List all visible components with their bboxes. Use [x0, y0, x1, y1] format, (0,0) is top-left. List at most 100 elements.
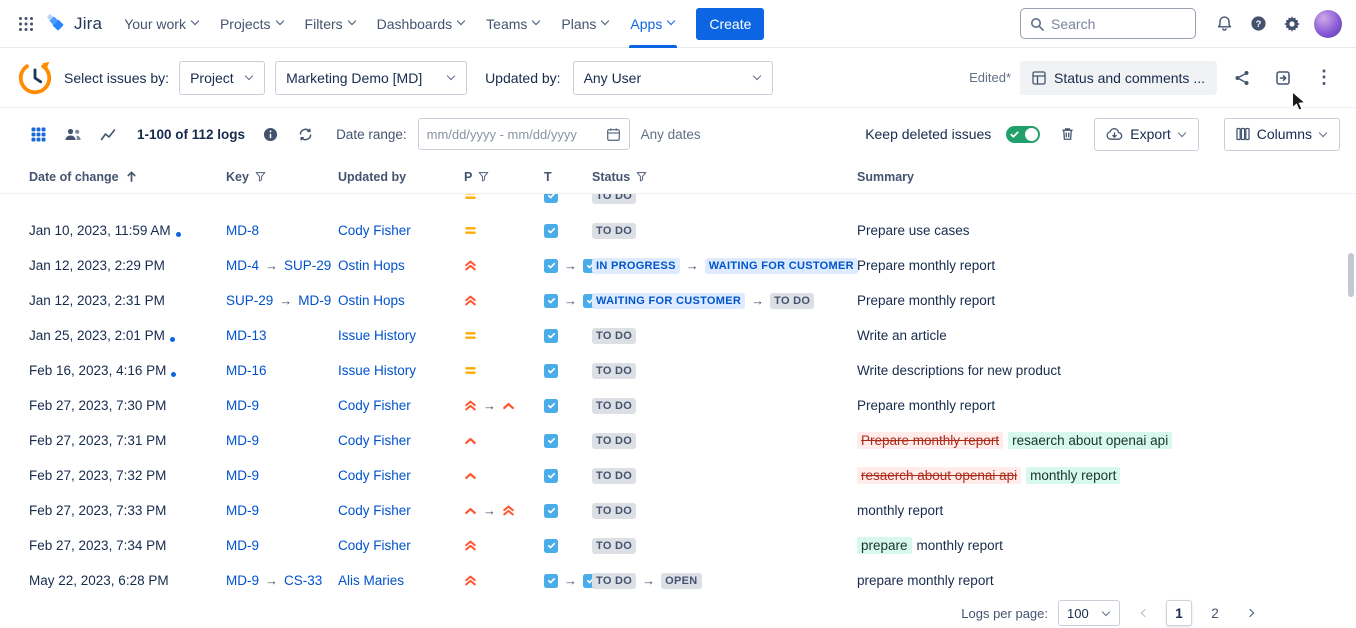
- table-row[interactable]: May 22, 2023, 6:28 PMMD-9→CS-33Alis Mari…: [0, 563, 1356, 598]
- issue-key-link[interactable]: MD-13: [226, 328, 267, 343]
- issue-key-link[interactable]: SUP-29: [226, 293, 273, 308]
- nav-projects[interactable]: Projects: [210, 0, 295, 48]
- jira-logo[interactable]: Jira: [44, 13, 112, 35]
- delete-logs-icon[interactable]: [1055, 122, 1079, 146]
- more-options-icon[interactable]: ⋮: [1308, 62, 1340, 94]
- issue-key-link[interactable]: MD-9: [226, 573, 259, 588]
- jira-logo-text: Jira: [74, 14, 102, 34]
- table-row[interactable]: TO DO: [0, 194, 1356, 213]
- table-row[interactable]: Jan 25, 2023, 2:01 PMMD-13Issue HistoryT…: [0, 318, 1356, 353]
- pagination-bar: Logs per page: 100 1 2: [0, 598, 1356, 628]
- sort-ascending-icon[interactable]: [125, 170, 138, 183]
- nav-your-work[interactable]: Your work: [114, 0, 210, 48]
- issue-key-link[interactable]: CS-33: [284, 573, 322, 588]
- search-input[interactable]: [1051, 16, 1186, 32]
- table-row[interactable]: Jan 10, 2023, 11:59 AMMD-8Cody FisherTO …: [0, 213, 1356, 248]
- prev-page-button[interactable]: [1130, 600, 1156, 626]
- chevron-down-icon: [276, 18, 285, 27]
- table-row[interactable]: Feb 16, 2023, 4:16 PMMD-16Issue HistoryT…: [0, 353, 1356, 388]
- search-box[interactable]: [1020, 8, 1196, 39]
- task-type-icon: [544, 574, 558, 588]
- issue-key-link[interactable]: MD-9: [226, 538, 259, 553]
- cell-priority: [464, 469, 544, 482]
- filter-key-icon[interactable]: [255, 171, 266, 182]
- issue-key-link[interactable]: MD-8: [226, 223, 259, 238]
- help-icon[interactable]: ?: [1242, 8, 1274, 40]
- export-button[interactable]: Export: [1094, 118, 1198, 151]
- column-header-key[interactable]: Key: [226, 170, 338, 184]
- share-icon[interactable]: [1226, 62, 1258, 94]
- project-dropdown[interactable]: Marketing Demo [MD]: [275, 61, 467, 95]
- filter-status-icon[interactable]: [636, 171, 647, 182]
- settings-icon[interactable]: [1276, 8, 1308, 40]
- column-header-type[interactable]: T: [544, 170, 592, 184]
- updated-by-link[interactable]: Cody Fisher: [338, 468, 411, 483]
- create-button[interactable]: Create: [696, 8, 764, 40]
- select-issues-by-dropdown[interactable]: Project: [179, 61, 265, 95]
- logs-per-page-select[interactable]: 100: [1058, 600, 1120, 626]
- next-page-button[interactable]: [1238, 600, 1264, 626]
- updated-by-link[interactable]: Ostin Hops: [338, 258, 405, 273]
- filter-priority-icon[interactable]: [478, 171, 489, 182]
- calendar-icon[interactable]: [606, 127, 621, 142]
- notifications-icon[interactable]: [1208, 8, 1240, 40]
- issue-key-link[interactable]: SUP-29: [284, 258, 331, 273]
- issue-key-link[interactable]: MD-9: [226, 503, 259, 518]
- column-header-summary[interactable]: Summary: [857, 170, 1356, 184]
- info-icon[interactable]: [258, 122, 282, 146]
- table-row[interactable]: Feb 27, 2023, 7:33 PMMD-9Cody Fisher→TO …: [0, 493, 1356, 528]
- primary-nav: Your work Projects Filters Dashboards Te…: [114, 0, 686, 48]
- scrollbar-thumb[interactable]: [1348, 253, 1354, 297]
- table-row[interactable]: Feb 27, 2023, 7:34 PMMD-9Cody FisherTO D…: [0, 528, 1356, 563]
- issue-key-link[interactable]: MD-9: [226, 433, 259, 448]
- chevron-down-icon: [667, 18, 676, 27]
- updated-by-link[interactable]: Cody Fisher: [338, 223, 411, 238]
- column-header-priority[interactable]: P: [464, 170, 544, 184]
- table-view-tab-icon[interactable]: [26, 122, 50, 146]
- app-switcher-icon[interactable]: [10, 8, 42, 40]
- table-row[interactable]: Feb 27, 2023, 7:31 PMMD-9Cody FisherTO D…: [0, 423, 1356, 458]
- issue-key-link[interactable]: MD-4: [226, 258, 259, 273]
- date-range-field[interactable]: [427, 127, 600, 142]
- column-header-updated-by[interactable]: Updated by: [338, 170, 464, 184]
- nav-plans[interactable]: Plans: [551, 0, 620, 48]
- issue-key-link[interactable]: MD-9: [226, 398, 259, 413]
- updated-by-link[interactable]: Cody Fisher: [338, 433, 411, 448]
- table-row[interactable]: Jan 12, 2023, 2:29 PMMD-4→SUP-29Ostin Ho…: [0, 248, 1356, 283]
- updated-by-link[interactable]: Cody Fisher: [338, 538, 411, 553]
- nav-apps[interactable]: Apps: [620, 0, 686, 48]
- keep-deleted-toggle[interactable]: [1006, 126, 1040, 143]
- updated-by-link[interactable]: Ostin Hops: [338, 293, 405, 308]
- updated-by-link[interactable]: Alis Maries: [338, 573, 404, 588]
- table-row[interactable]: Feb 27, 2023, 7:32 PMMD-9Cody FisherTO D…: [0, 458, 1356, 493]
- column-header-date-of-change[interactable]: Date of change: [29, 170, 226, 184]
- chevron-down-icon: [457, 18, 466, 27]
- date-range-input[interactable]: [418, 118, 630, 150]
- columns-button[interactable]: Columns: [1224, 118, 1340, 151]
- cell-status: TO DO: [592, 398, 857, 414]
- updated-by-link[interactable]: Cody Fisher: [338, 398, 411, 413]
- nav-teams[interactable]: Teams: [476, 0, 551, 48]
- column-header-status[interactable]: Status: [592, 170, 857, 184]
- table-row[interactable]: Jan 12, 2023, 2:31 PMSUP-29→MD-9Ostin Ho…: [0, 283, 1356, 318]
- updated-by-dropdown[interactable]: Any User: [573, 61, 773, 95]
- avatar[interactable]: [1314, 10, 1342, 38]
- page-1-button[interactable]: 1: [1166, 600, 1192, 626]
- refresh-icon[interactable]: [293, 122, 317, 146]
- save-view-icon[interactable]: [1267, 62, 1299, 94]
- updated-by-link[interactable]: Issue History: [338, 363, 416, 378]
- updated-by-link[interactable]: Cody Fisher: [338, 503, 411, 518]
- updated-by-link[interactable]: Issue History: [338, 328, 416, 343]
- chart-view-tab-icon[interactable]: [96, 122, 120, 146]
- nav-dashboards[interactable]: Dashboards: [367, 0, 477, 48]
- table-row[interactable]: Feb 27, 2023, 7:30 PMMD-9Cody Fisher→TO …: [0, 388, 1356, 423]
- saved-view-button[interactable]: Status and comments ...: [1020, 61, 1217, 95]
- page-2-button[interactable]: 2: [1202, 600, 1228, 626]
- nav-filters[interactable]: Filters: [295, 0, 367, 48]
- users-view-tab-icon[interactable]: [61, 122, 85, 146]
- issue-key-link[interactable]: MD-16: [226, 363, 267, 378]
- issue-key-link[interactable]: MD-9: [226, 468, 259, 483]
- table-body: TO DOJan 10, 2023, 11:59 AMMD-8Cody Fish…: [0, 194, 1356, 598]
- issue-key-link[interactable]: MD-9: [298, 293, 331, 308]
- cloud-download-icon: [1106, 127, 1123, 141]
